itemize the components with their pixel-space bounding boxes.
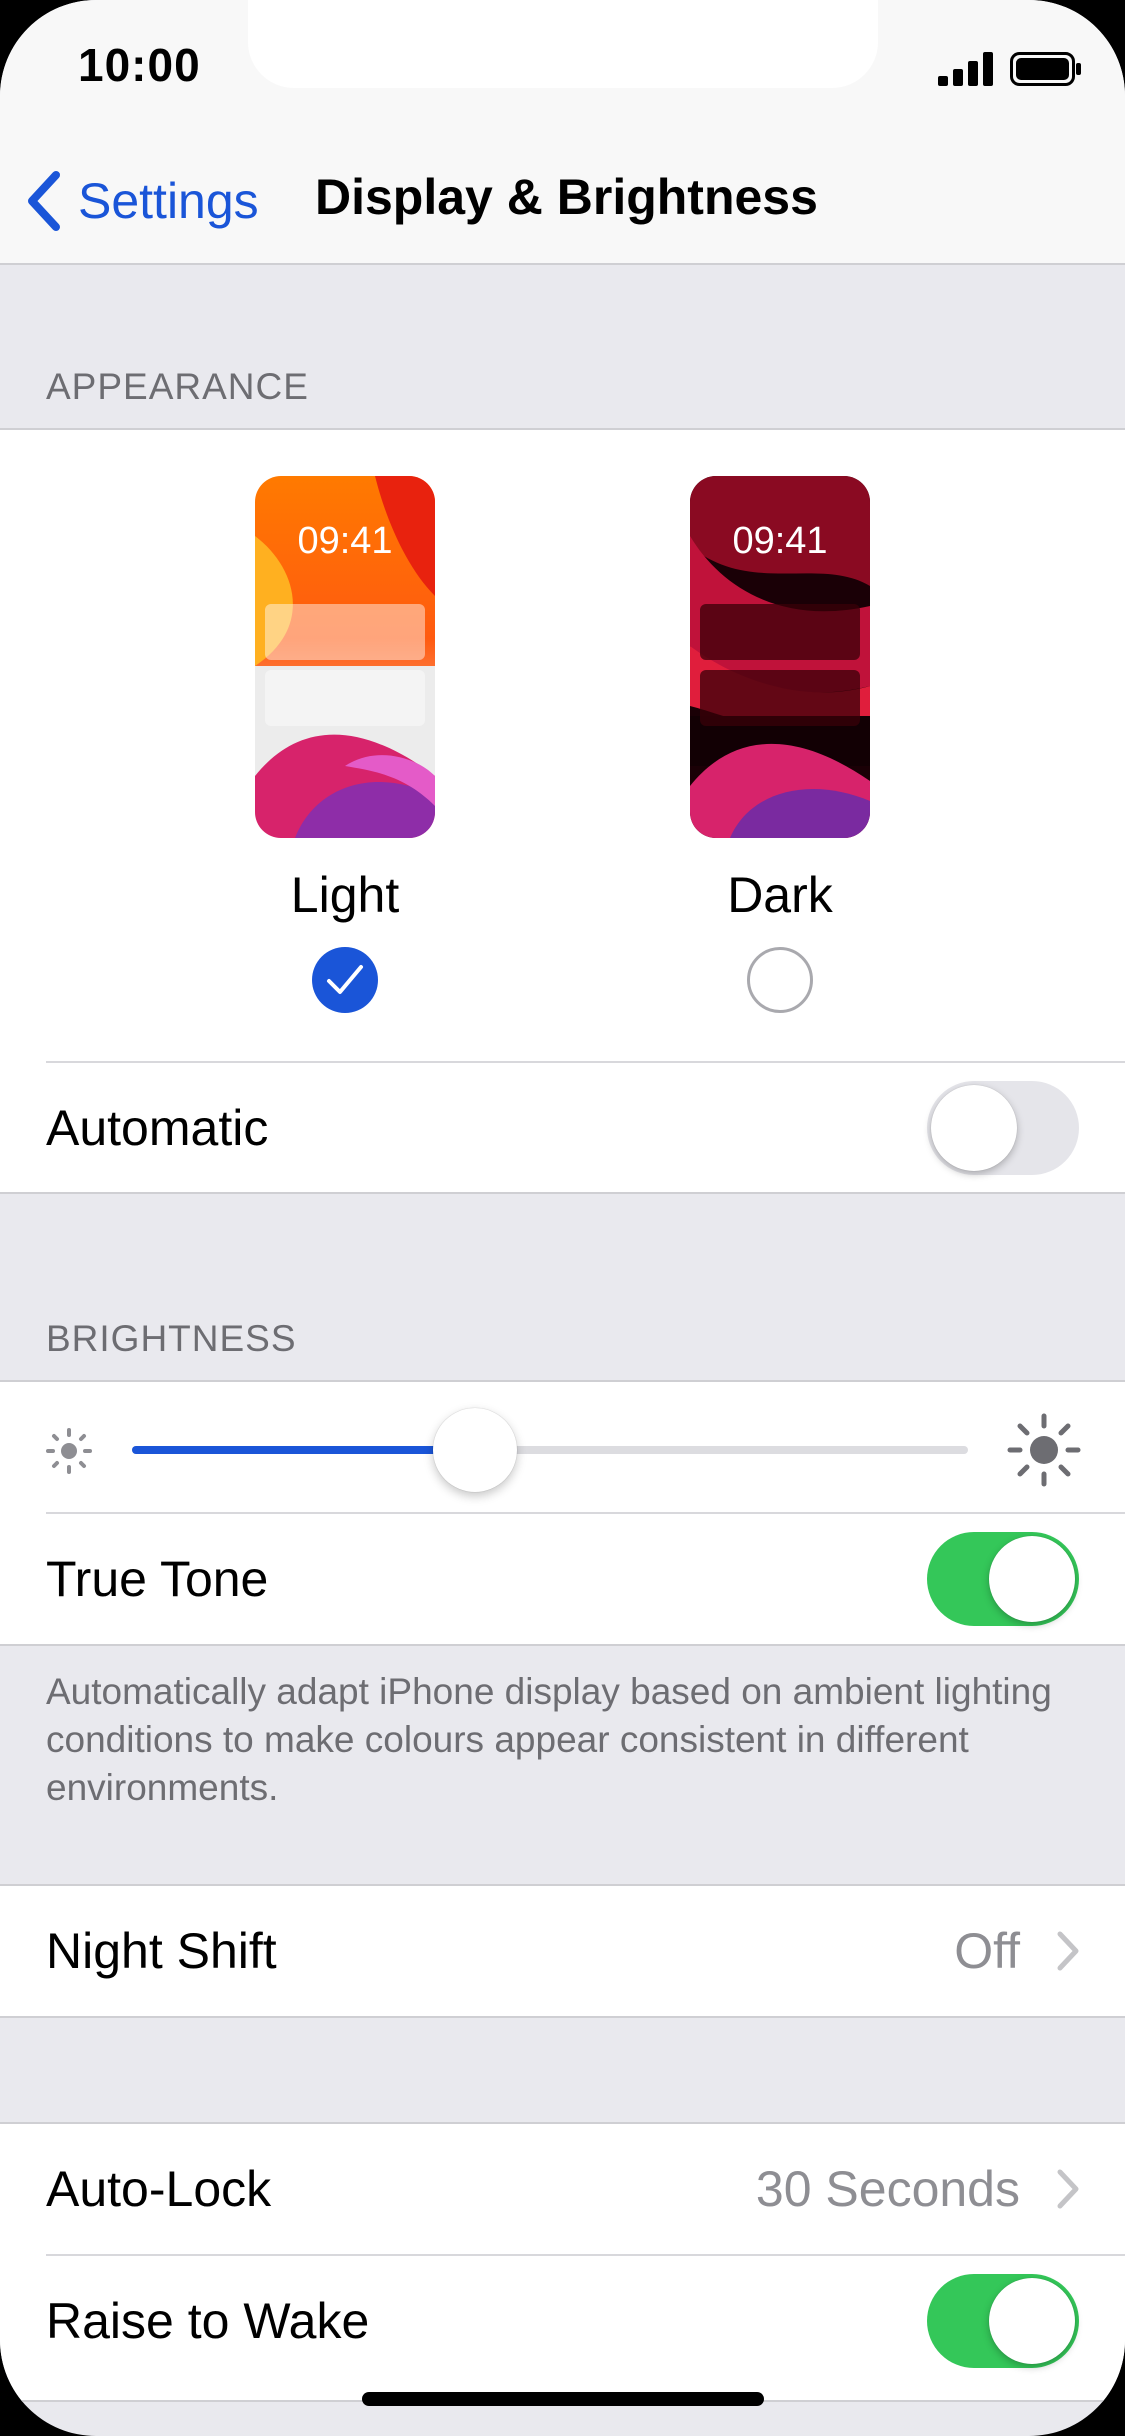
- night-shift-value: Off: [954, 1923, 1020, 1979]
- back-button[interactable]: Settings: [24, 166, 259, 236]
- night-shift-row[interactable]: Night Shift Off: [0, 1886, 1125, 2016]
- back-button-label: Settings: [78, 173, 259, 229]
- true-tone-footnote: Automatically adapt iPhone display based…: [46, 1671, 1052, 1808]
- home-indicator[interactable]: [362, 2392, 764, 2406]
- checkmark-icon: [327, 965, 363, 994]
- auto-lock-label: Auto-Lock: [46, 2161, 272, 2217]
- sun-large-icon: [1007, 1413, 1081, 1487]
- toggle-knob: [931, 1085, 1017, 1171]
- brightness-section-header: BRIGHTNESS: [46, 1318, 297, 1359]
- chevron-right-icon: [1057, 2169, 1079, 2209]
- brightness-slider-fill: [132, 1446, 475, 1454]
- appearance-section-header: APPEARANCE: [46, 366, 309, 407]
- cellular-signal-icon: [938, 52, 993, 86]
- dark-preview-time: 09:41: [732, 520, 828, 562]
- night-shift-group: Night Shift Off: [0, 1884, 1125, 2018]
- light-mode-preview[interactable]: 09:41: [255, 476, 435, 838]
- raise-to-wake-row: Raise to Wake: [0, 2256, 1125, 2386]
- dark-option-label: Dark: [727, 867, 833, 923]
- night-shift-label: Night Shift: [46, 1923, 277, 1979]
- auto-lock-row[interactable]: Auto-Lock 30 Seconds: [0, 2124, 1125, 2254]
- true-tone-toggle[interactable]: [927, 1532, 1079, 1626]
- raise-to-wake-toggle[interactable]: [927, 2274, 1079, 2368]
- status-time: 10:00: [78, 39, 201, 91]
- toggle-knob: [989, 1536, 1075, 1622]
- chevron-right-icon: [1057, 1931, 1079, 1971]
- true-tone-row: True Tone: [0, 1514, 1125, 1644]
- chevron-left-icon: [28, 171, 60, 231]
- auto-lock-value: 30 Seconds: [755, 2161, 1020, 2217]
- raise-to-wake-label: Raise to Wake: [46, 2293, 370, 2349]
- automatic-toggle[interactable]: [927, 1081, 1079, 1175]
- toggle-knob: [989, 2278, 1075, 2364]
- battery-icon: [1010, 52, 1081, 86]
- dark-radio-button[interactable]: [747, 947, 813, 1013]
- light-option-label: Light: [290, 867, 400, 923]
- light-radio-button[interactable]: [312, 947, 378, 1013]
- brightness-slider-thumb[interactable]: [432, 1408, 517, 1492]
- automatic-label: Automatic: [46, 1100, 269, 1156]
- sun-small-icon: [46, 1428, 92, 1474]
- page-title: Display & Brightness: [315, 169, 818, 225]
- lock-group: Auto-Lock 30 Seconds Raise to Wake: [0, 2122, 1125, 2402]
- notch: [248, 0, 878, 88]
- navigation-bar: 10:00 Settings Display & Brightness: [0, 0, 1125, 265]
- true-tone-label: True Tone: [46, 1551, 269, 1607]
- phone-screen: 10:00 Settings Display & Brightness APPE…: [0, 0, 1125, 2436]
- automatic-row: Automatic: [0, 1063, 1125, 1193]
- dark-mode-preview[interactable]: 09:41: [690, 476, 870, 838]
- light-preview-time: 09:41: [297, 520, 393, 562]
